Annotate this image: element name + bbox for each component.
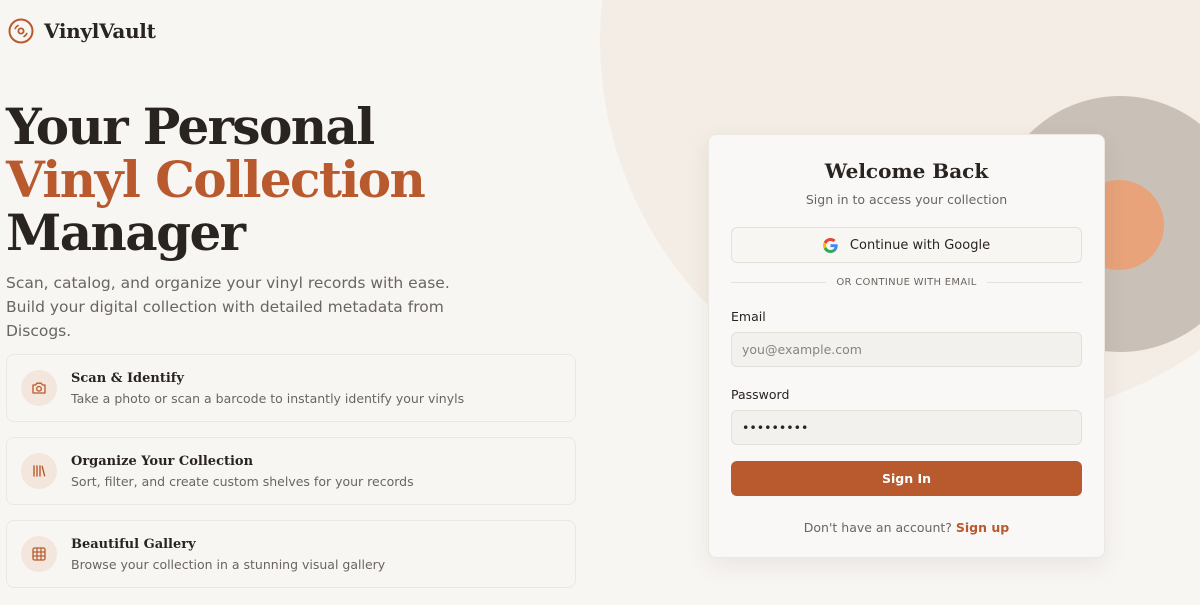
brand-logo[interactable]: VinylVault [8,18,156,44]
hero-title-highlight: Vinyl Collection [6,150,426,209]
camera-icon [32,382,46,394]
email-label: Email [731,309,766,324]
divider-rule [731,282,827,283]
sign-in-button[interactable]: Sign In [731,461,1082,496]
hero-title-line-3: Manager [6,203,246,262]
feature-title: Scan & Identify [71,370,184,386]
sign-up-link[interactable]: Sign up [956,520,1009,535]
vinyl-record-icon [8,18,34,44]
feature-title: Organize Your Collection [71,453,254,469]
feature-icon-badge [21,370,57,406]
library-icon [33,465,46,477]
feature-description: Sort, filter, and create custom shelves … [71,473,414,489]
hero-title: Your Personal Vinyl Collection Manager [6,100,606,259]
feature-card-gallery: Beautiful Gallery Browse your collection… [6,520,576,588]
or-divider: OR CONTINUE WITH EMAIL [731,277,1082,288]
feature-card-organize: Organize Your Collection Sort, filter, a… [6,437,576,505]
feature-icon-badge [21,536,57,572]
google-signin-label: Continue with Google [849,237,991,253]
feature-title: Beautiful Gallery [71,536,196,552]
password-field[interactable] [731,410,1082,445]
login-subtitle: Sign in to access your collection [805,192,1008,207]
email-field[interactable] [731,332,1082,367]
google-icon [822,237,838,253]
feature-card-scan: Scan & Identify Take a photo or scan a b… [6,354,576,422]
password-label: Password [731,387,790,402]
divider-rule [986,282,1082,283]
brand-name: VinylVault [44,19,156,43]
signup-prompt-text: Don't have an account? [803,520,952,535]
feature-icon-badge [21,453,57,489]
feature-list: Scan & Identify Take a photo or scan a b… [6,354,576,603]
grid-icon [32,547,46,561]
feature-description: Take a photo or scan a barcode to instan… [71,390,465,406]
feature-description: Browse your collection in a stunning vis… [71,556,386,572]
signup-prompt: Don't have an account? Sign up [731,520,1082,535]
hero-title-line-1: Your Personal [6,97,375,156]
google-signin-button[interactable]: Continue with Google [731,227,1082,263]
login-title: Welcome Back [824,159,989,183]
login-card: Welcome Back Sign in to access your coll… [708,134,1105,558]
divider-text: OR CONTINUE WITH EMAIL [836,277,977,288]
hero-section: Your Personal Vinyl Collection Manager S… [6,100,606,343]
hero-subtitle: Scan, catalog, and organize your vinyl r… [6,274,450,340]
